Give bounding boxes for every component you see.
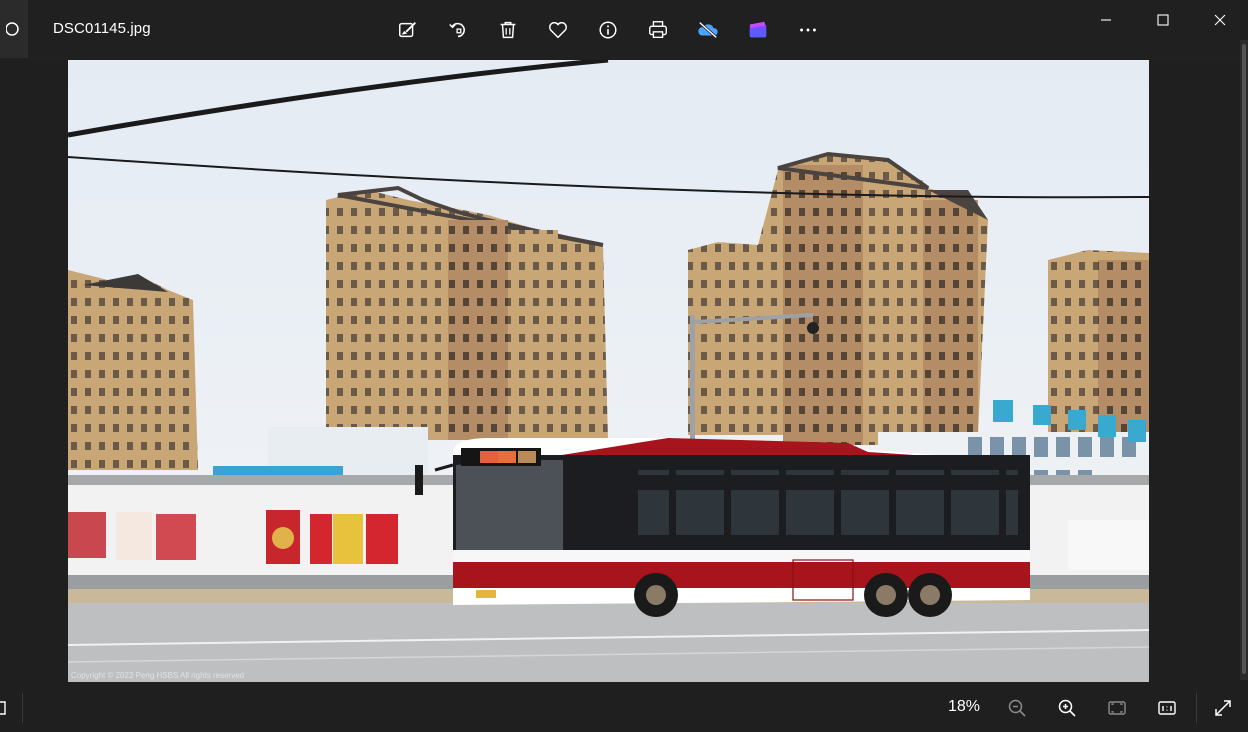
expand-icon: [1215, 700, 1231, 716]
title-bar: DSC01145.jpg: [0, 0, 1248, 60]
favorite-button[interactable]: [538, 10, 578, 50]
edit-icon: [399, 22, 416, 38]
printer-icon: [649, 21, 667, 39]
zoom-in-button[interactable]: [1050, 691, 1084, 725]
maximize-button[interactable]: [1134, 0, 1191, 40]
delete-button[interactable]: [488, 10, 528, 50]
fullscreen-button[interactable]: [1206, 691, 1240, 725]
print-button[interactable]: [638, 10, 678, 50]
status-bar: 18%: [0, 683, 1248, 732]
divider: [1196, 693, 1197, 723]
clipchamp-button[interactable]: [738, 10, 778, 50]
rotate-icon: [449, 22, 465, 38]
filmstrip-toggle[interactable]: [0, 699, 8, 717]
fit-window-icon: [1108, 701, 1126, 715]
file-name: DSC01145.jpg: [53, 20, 151, 37]
divider: [22, 693, 23, 723]
minimize-button[interactable]: [1077, 0, 1134, 40]
fit-to-window-button[interactable]: [1100, 691, 1134, 725]
trash-icon: [500, 21, 516, 39]
close-icon: [1214, 14, 1225, 26]
filmstrip-icon: [0, 701, 6, 715]
more-icon: [800, 28, 816, 32]
zoom-out-icon: [1008, 699, 1026, 717]
info-icon: [599, 21, 617, 39]
clipchamp-icon: [749, 21, 767, 38]
onedrive-button[interactable]: [688, 10, 728, 50]
cloud-off-icon: [698, 21, 718, 39]
actual-size-icon: [1158, 701, 1176, 715]
edit-button[interactable]: [388, 10, 428, 50]
close-button[interactable]: [1191, 0, 1248, 40]
zoom-in-icon: [1058, 699, 1076, 717]
zoom-level: 18%: [948, 698, 981, 715]
toolbar: [388, 10, 828, 50]
scrollbar[interactable]: [1240, 40, 1248, 680]
actual-size-button[interactable]: [1150, 691, 1184, 725]
zoom-out-button[interactable]: [1000, 691, 1034, 725]
photo-watermark: Copyright © 2023 Peng HSBS All rights re…: [71, 671, 245, 680]
more-button[interactable]: [788, 10, 828, 50]
photo-viewer[interactable]: Copyright © 2023 Peng HSBS All rights re…: [68, 60, 1149, 682]
back-icon: [6, 22, 19, 36]
back-button[interactable]: [0, 0, 28, 58]
heart-icon: [549, 21, 567, 39]
window-controls: [1077, 0, 1248, 40]
minimize-icon: [1100, 19, 1111, 21]
rotate-button[interactable]: [438, 10, 478, 50]
maximize-icon: [1156, 14, 1169, 26]
photo: [68, 60, 1149, 682]
bus: [415, 438, 1030, 617]
scrollbar-thumb[interactable]: [1242, 44, 1246, 674]
info-button[interactable]: [588, 10, 628, 50]
